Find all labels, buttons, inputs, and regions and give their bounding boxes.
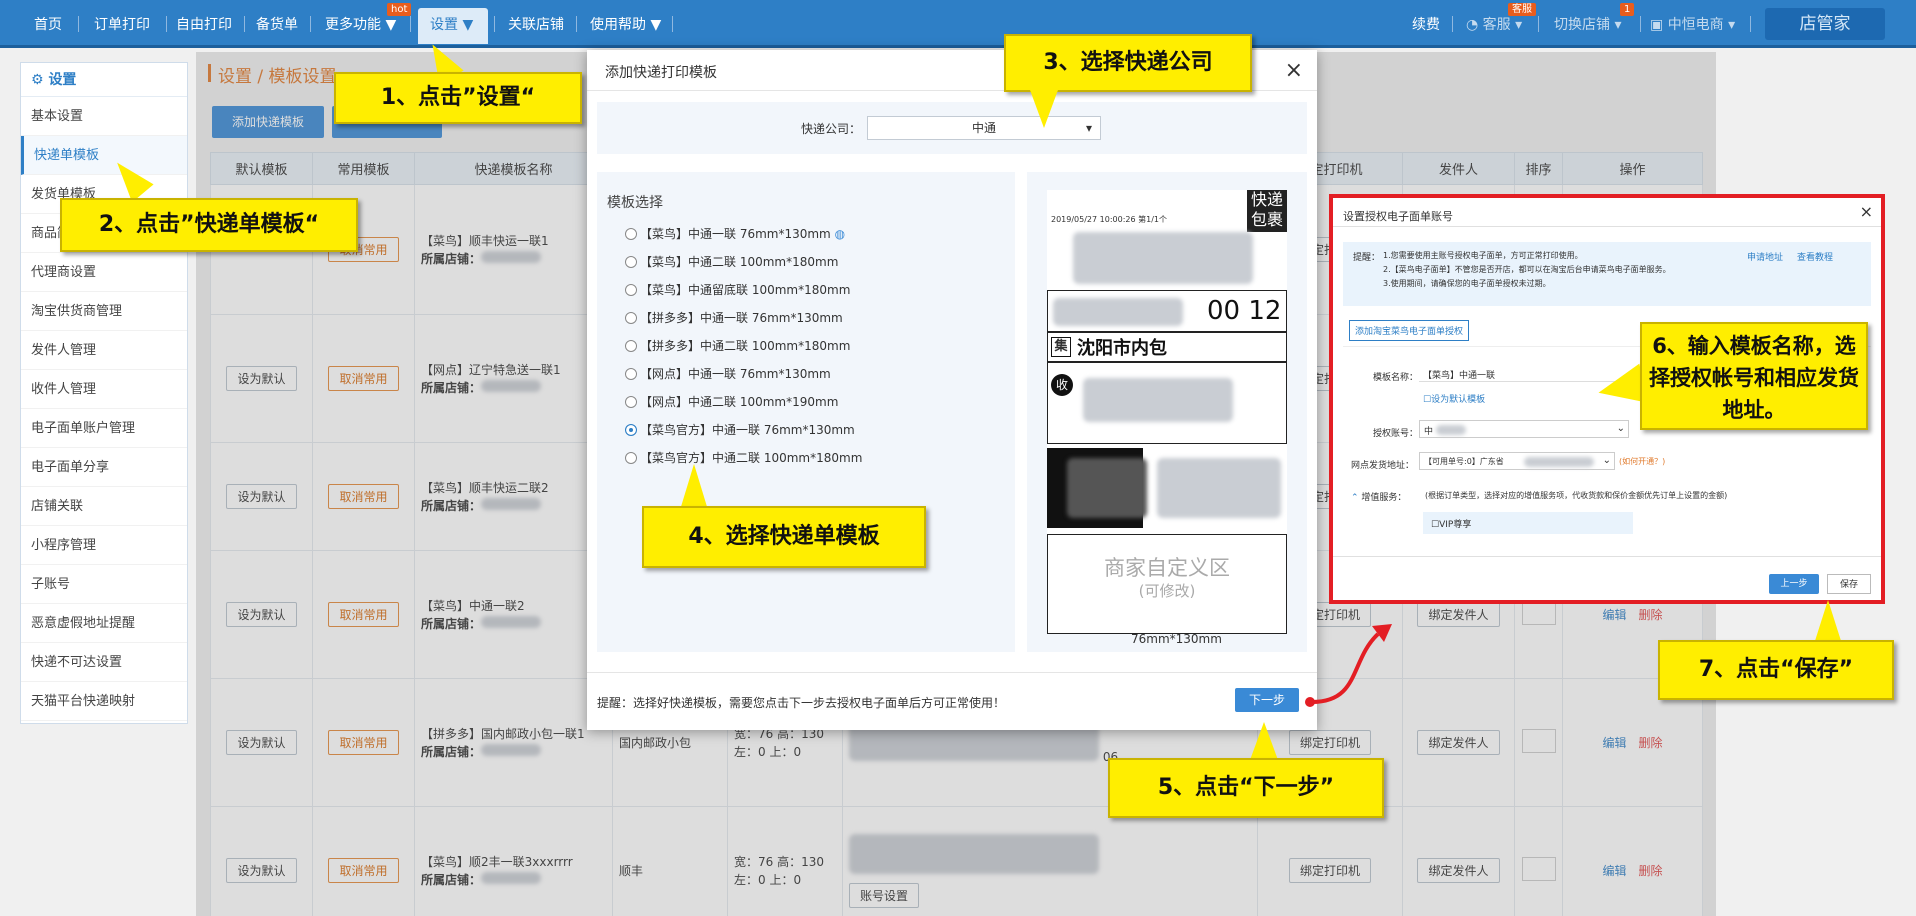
callout-step-2: 2、点击”快递单模板“ xyxy=(60,198,358,252)
sidebar-item-waybill-share[interactable]: 电子面单分享 xyxy=(21,448,187,487)
dialog-tip: 提醒：选择好快递模板，需要您点击下一步去授权电子面单后方可正常使用！ xyxy=(597,696,1006,710)
option-6[interactable]: 【网点】中通二联 100mm*190mm xyxy=(625,393,838,410)
callout-5-pointer xyxy=(1250,722,1278,760)
add-auth-button[interactable]: 添加淘宝菜鸟电子面单授权 xyxy=(1349,320,1470,341)
option-3[interactable]: 【拼多多】中通一联 76mm*130mm xyxy=(625,309,843,326)
template-name-input[interactable]: 【菜鸟】中通一联 xyxy=(1423,368,1495,381)
sidebar-item-subaccount[interactable]: 子账号 xyxy=(21,565,187,604)
waybill-preview: 2019/05/27 10:00:26 第1/1个 快递 包裹 00 12 集 沈… xyxy=(1047,190,1287,634)
callout-step-1: 1、点击”设置“ xyxy=(334,72,582,124)
logo: 店管家 xyxy=(1765,8,1885,40)
hot-badge: hot xyxy=(387,3,412,16)
expand-icon[interactable]: ⌃ xyxy=(1351,493,1361,503)
next-button[interactable]: 下一步 xyxy=(1235,688,1299,712)
service-icon: ◔ xyxy=(1466,17,1483,33)
sidebar-title: ⚙ 设置 xyxy=(21,63,187,97)
sidebar-item-tmall-mapping[interactable]: 天猫平台快递映射 xyxy=(21,682,187,721)
callout-7-pointer xyxy=(1814,600,1842,644)
nav-settings[interactable]: 设置 ▼ xyxy=(430,14,473,34)
callout-step-7: 7、点击“保存” xyxy=(1658,640,1894,700)
open-link[interactable]: (如何开通？) xyxy=(1619,456,1665,467)
chevron-down-icon: ⌄ xyxy=(1616,423,1625,434)
gear-icon: ⚙ xyxy=(31,72,49,88)
nav-company[interactable]: ▣ 中恒电商 ▾ xyxy=(1650,14,1735,34)
top-nav: 首页 订单打印 自由打印 备货单 更多功能 ▼ hot 设置 ▼ 关联店铺 使用… xyxy=(0,0,1916,48)
preview-size: 76mm*130mm xyxy=(1131,632,1222,646)
custom-area: 商家自定义区 xyxy=(1104,556,1230,580)
preview-city: 沈阳市内包 xyxy=(1077,338,1167,359)
callout-step-3: 3、选择快递公司 xyxy=(1004,34,1252,92)
chevron-down-icon: ⌄ xyxy=(1602,455,1611,466)
red-arrow xyxy=(1305,624,1392,707)
sidebar-item-agent[interactable]: 代理商设置 xyxy=(21,253,187,292)
switch-badge: 1 xyxy=(1620,3,1635,16)
company-label: 快递公司： xyxy=(801,122,862,136)
nav-free-print[interactable]: 自由打印 xyxy=(176,14,232,34)
auth-title: 设置授权电子面单账号 xyxy=(1343,210,1453,223)
account-select[interactable]: 中 ⌄ xyxy=(1419,420,1629,438)
prev-button[interactable]: 上一步 xyxy=(1769,574,1819,594)
sidebar-item-waybill-account[interactable]: 电子面单账户管理 xyxy=(21,409,187,448)
chevron-down-icon: ▾ xyxy=(1085,121,1092,135)
save-button[interactable]: 保存 xyxy=(1827,574,1871,594)
callout-step-4: 4、选择快递单模板 xyxy=(642,506,926,568)
user-icon: ▣ xyxy=(1650,17,1668,33)
option-0[interactable]: 【菜鸟】中通一联 76mm*130mm ◍ xyxy=(625,225,845,242)
sidebar-item-basic[interactable]: 基本设置 xyxy=(21,97,187,136)
company-select[interactable]: 中通 ▾ xyxy=(867,116,1101,140)
add-template-dialog: 添加快递打印模板 × 快递公司： 中通 ▾ 模板选择 【菜鸟】中通一联 76mm… xyxy=(587,50,1317,730)
service-badge: 客服 xyxy=(1508,3,1536,16)
close-icon[interactable]: × xyxy=(1285,58,1303,83)
option-2[interactable]: 【菜鸟】中通留底联 100mm*180mm xyxy=(625,281,850,298)
sidebar-item-express-template[interactable]: 快递单模板 xyxy=(21,136,187,175)
option-4[interactable]: 【拼多多】中通二联 100mm*180mm xyxy=(625,337,850,354)
address-select[interactable]: 【可用单号:0】广东省 ⌄ xyxy=(1419,452,1615,470)
vip-checkbox[interactable]: ☐VIP尊享 xyxy=(1431,517,1471,530)
set-default-checkbox[interactable]: ☐设为默认模板 xyxy=(1423,392,1485,405)
nav-stock[interactable]: 备货单 xyxy=(256,14,298,34)
callout-step-6: 6、输入模板名称，选择授权帐号和相应发货地址。 xyxy=(1640,322,1868,430)
sidebar-item-unreachable[interactable]: 快递不可达设置 xyxy=(21,643,187,682)
callout-3-pointer xyxy=(1030,90,1058,128)
close-icon[interactable]: × xyxy=(1860,202,1873,221)
nav-linked-shop[interactable]: 关联店铺 xyxy=(508,14,564,34)
nav-order-print[interactable]: 订单打印 xyxy=(94,14,150,34)
nav-help[interactable]: 使用帮助 ▼ xyxy=(590,14,661,34)
option-5[interactable]: 【网点】中通一联 76mm*130mm xyxy=(625,365,831,382)
nav-home[interactable]: 首页 xyxy=(34,14,62,34)
nav-more[interactable]: 更多功能 ▼ xyxy=(325,14,396,34)
option-1[interactable]: 【菜鸟】中通二联 100mm*180mm xyxy=(625,253,838,270)
template-label: 模板选择 xyxy=(607,195,663,211)
callout-step-5: 5、点击“下一步” xyxy=(1108,758,1384,818)
apply-link[interactable]: 申请地址 xyxy=(1747,250,1783,263)
sidebar-item-supplier[interactable]: 淘宝供货商管理 xyxy=(21,292,187,331)
template-panel xyxy=(597,172,1015,652)
callout-4-pointer xyxy=(680,464,708,510)
nav-renew[interactable]: 续费 xyxy=(1412,14,1440,34)
sidebar-item-shop-link[interactable]: 店铺关联 xyxy=(21,487,187,526)
sidebar-item-miniapp[interactable]: 小程序管理 xyxy=(21,526,187,565)
tutorial-link[interactable]: 查看教程 xyxy=(1797,250,1833,263)
sidebar-item-receiver[interactable]: 收件人管理 xyxy=(21,370,187,409)
preview-date: 2019/05/27 10:00:26 第1/1个 xyxy=(1051,215,1167,224)
dialog-title: 添加快递打印模板 xyxy=(605,65,717,81)
option-8[interactable]: 【菜鸟官方】中通二联 100mm*180mm xyxy=(625,449,862,466)
nav-switch-shop[interactable]: 切换店铺 ▾ xyxy=(1554,14,1621,34)
sidebar-item-sender[interactable]: 发件人管理 xyxy=(21,331,187,370)
nav-service[interactable]: ◔ 客服 ▾ xyxy=(1466,14,1522,34)
sidebar: ⚙ 设置 基本设置 快递单模板 发货单模板 商品简称 代理商设置 淘宝供货商管理… xyxy=(20,62,188,724)
globe-icon: ◍ xyxy=(834,227,846,241)
sidebar-item-fake-address[interactable]: 恶意虚假地址提醒 xyxy=(21,604,187,643)
option-7[interactable]: 【菜鸟官方】中通一联 76mm*130mm xyxy=(625,421,855,438)
